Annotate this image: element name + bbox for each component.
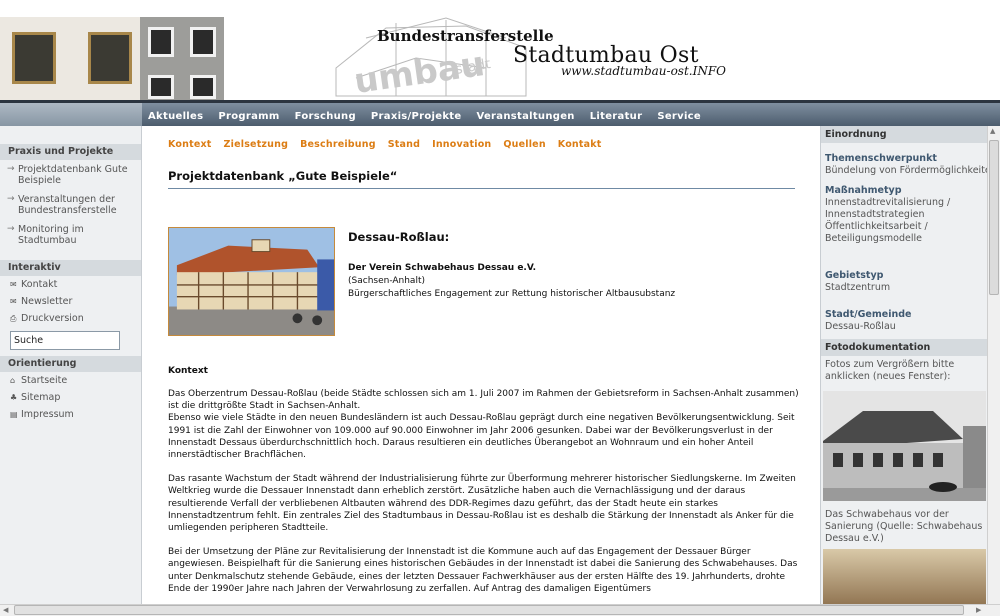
subnav-kontext[interactable]: Kontext — [168, 139, 212, 150]
left-sidebar: Praxis und Projekte → Projektdatenbank Gu… — [0, 126, 142, 604]
mail-icon: ✉ — [10, 280, 17, 289]
label-stadt-gemeinde: Stadt/Gemeinde — [825, 309, 912, 320]
sidebar-link-label: Sitemap — [21, 392, 61, 403]
sidebar-link-projektdatenbank[interactable]: → Projektdatenbank Gute Beispiele — [0, 164, 141, 186]
label-massnahmetyp: Maßnahmetyp — [825, 185, 902, 196]
article-paragraph: Bei der Umsetzung der Pläne zur Revitali… — [168, 547, 798, 594]
sidebar-link-monitoring[interactable]: → Monitoring im Stadtumbau — [0, 224, 141, 246]
nav-item-forschung[interactable]: Forschung — [295, 111, 356, 122]
nav-item-praxis-projekte[interactable]: Praxis/Projekte — [371, 111, 462, 122]
subnav-stand[interactable]: Stand — [388, 139, 420, 150]
sidebar-link-label: Startseite — [21, 375, 68, 386]
sidebar-link-sitemap[interactable]: ♣ Sitemap — [0, 389, 141, 406]
sitemap-icon: ♣ — [10, 393, 18, 402]
sidebar-link-label: Newsletter — [21, 296, 73, 307]
nav-item-programm[interactable]: Programm — [218, 111, 279, 122]
sidebar-section-interaktiv: Interaktiv — [0, 260, 141, 276]
project-place: Dessau-Roßlau: — [348, 230, 450, 244]
header-facade-image — [0, 17, 224, 100]
project-photo[interactable] — [168, 227, 335, 336]
nav-item-literatur[interactable]: Literatur — [590, 111, 643, 122]
subnav-kontakt[interactable]: Kontakt — [558, 139, 602, 150]
arrow-right-icon: → — [7, 194, 15, 204]
subnav-beschreibung[interactable]: Beschreibung — [300, 139, 376, 150]
page-title: Projektdatenbank „Gute Beispiele“ — [168, 169, 398, 183]
article-paragraph: Das rasante Wachstum der Stadt während d… — [168, 474, 796, 534]
scroll-left-icon[interactable]: ◀ — [3, 606, 8, 614]
sidebar-section-einordnung: Einordnung — [821, 126, 987, 143]
subnav-zielsetzung[interactable]: Zielsetzung — [224, 139, 289, 150]
document-icon: ▤ — [10, 410, 18, 419]
main-content: Kontext Zielsetzung Beschreibung Stand I… — [142, 126, 820, 604]
nav-item-veranstaltungen[interactable]: Veranstaltungen — [476, 111, 574, 122]
label-gebietstyp: Gebietstyp — [825, 270, 884, 281]
site-header: umbau stadt Bundestransferstelle Stadtum… — [0, 0, 1000, 100]
project-tagline: Bürgerschaftliches Engagement zur Rettun… — [348, 289, 676, 299]
nav-item-service[interactable]: Service — [657, 111, 701, 122]
arrow-right-icon: → — [7, 164, 15, 174]
sidebar-link-impressum[interactable]: ▤ Impressum — [0, 406, 141, 423]
paragraph-text-1: Das Oberzentrum Dessau-Roßlau (beide Stä… — [168, 389, 799, 412]
article-body: Das Oberzentrum Dessau-Roßlau (beide Stä… — [168, 388, 804, 604]
sidebar-section-praxis: Praxis und Projekte — [0, 144, 141, 160]
sidebar-link-label: Impressum — [21, 409, 74, 420]
content-subnav: Kontext Zielsetzung Beschreibung Stand I… — [168, 139, 614, 150]
value-themenschwerpunkt: Bündelung von Fördermöglichkeiten — [825, 165, 987, 176]
title-divider — [168, 188, 795, 189]
sidebar-link-label: Monitoring im Stadtumbau — [18, 224, 84, 246]
value-massnahmetyp-4: Beteiligungsmodelle — [825, 233, 922, 244]
value-massnahmetyp-1: Innenstadtrevitalisierung / — [825, 197, 951, 208]
right-sidebar: Einordnung Themenschwerpunkt Bündelung v… — [820, 126, 987, 604]
sidebar-link-label: Druckversion — [21, 313, 84, 324]
sidebar-link-label: Kontakt — [21, 279, 58, 290]
nav-accent-block — [0, 103, 142, 126]
newsletter-icon: ✉ — [10, 297, 17, 306]
project-organization: Der Verein Schwabehaus Dessau e.V. — [348, 263, 537, 273]
photo-caption: Das Schwabehaus vor der Sanierung (Quell… — [825, 509, 983, 544]
subnav-quellen[interactable]: Quellen — [503, 139, 545, 150]
header-url[interactable]: www.stadtumbau-ost.INFO — [561, 64, 726, 78]
sidebar-link-kontakt[interactable]: ✉ Kontakt — [0, 276, 141, 293]
sidebar-link-veranstaltungen[interactable]: → Veranstaltungen der Bundestransferstell… — [0, 194, 141, 216]
arrow-right-icon: → — [7, 224, 15, 234]
section-heading-kontext: Kontext — [168, 366, 208, 376]
value-stadt-gemeinde: Dessau-Roßlau — [825, 321, 896, 332]
horizontal-scrollbar-thumb[interactable] — [14, 605, 964, 615]
nav-item-aktuelles[interactable]: Aktuelles — [148, 111, 203, 122]
subnav-innovation[interactable]: Innovation — [432, 139, 491, 150]
sidebar-section-orientierung: Orientierung — [0, 356, 141, 372]
scroll-up-icon[interactable]: ▲ — [990, 127, 995, 135]
sidebar-link-startseite[interactable]: ⌂ Startseite — [0, 372, 141, 389]
photo-thumbnail-1[interactable] — [823, 391, 986, 501]
project-region: (Sachsen-Anhalt) — [348, 276, 425, 286]
value-massnahmetyp-2: Innenstadtstrategien — [825, 209, 925, 220]
sidebar-section-fotodokumentation: Fotodokumentation — [821, 339, 987, 356]
sidebar-link-label: Veranstaltungen der Bundestransferstelle — [18, 194, 117, 216]
search-input[interactable]: Suche — [10, 331, 120, 350]
main-navigation: Aktuelles Programm Forschung Praxis/Proj… — [0, 100, 1000, 126]
value-massnahmetyp-3: Öffentlichkeitsarbeit / — [825, 221, 928, 232]
value-gebietstyp: Stadtzentrum — [825, 282, 891, 293]
vertical-scrollbar-thumb[interactable] — [989, 140, 999, 295]
sidebar-link-newsletter[interactable]: ✉ Newsletter — [0, 293, 141, 310]
sidebar-link-label: Projektdatenbank Gute Beispiele — [18, 164, 128, 186]
sidebar-link-druckversion[interactable]: ⎙ Druckversion — [0, 310, 141, 327]
home-icon: ⌂ — [10, 376, 16, 385]
print-icon: ⎙ — [10, 314, 17, 323]
paragraph-text-2: Ebenso wie viele Städte in den neuen Bun… — [168, 413, 795, 461]
scroll-right-icon[interactable]: ▶ — [976, 606, 981, 614]
label-themenschwerpunkt: Themenschwerpunkt — [825, 153, 937, 164]
article-paragraph: Das Oberzentrum Dessau-Roßlau (beide Stä… — [168, 388, 804, 461]
photo-thumbnail-2[interactable] — [823, 549, 986, 604]
photo-hint: Fotos zum Vergrößern bitte anklicken (ne… — [825, 359, 955, 382]
